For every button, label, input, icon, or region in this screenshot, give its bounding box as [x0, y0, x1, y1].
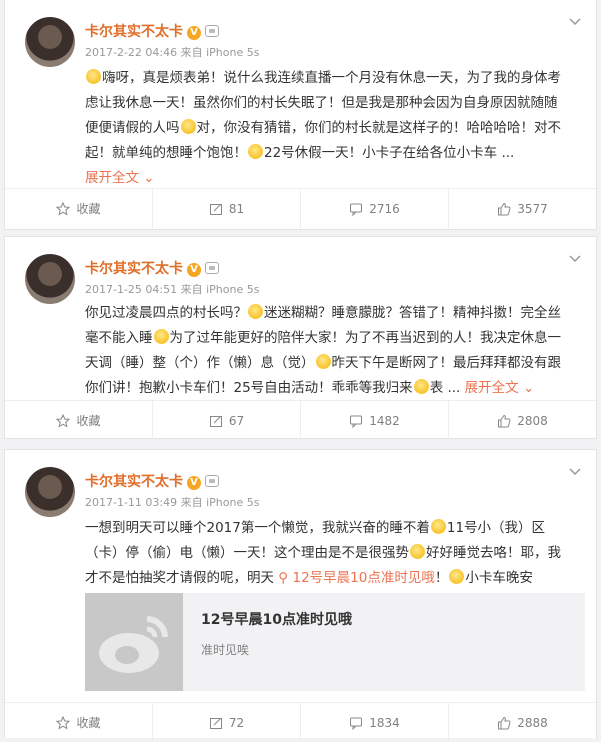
thumbs-up-icon: [498, 716, 511, 729]
emoji-icon: [315, 354, 331, 369]
favorite-button[interactable]: 收藏: [5, 189, 153, 228]
comment-icon: [350, 203, 363, 216]
username[interactable]: 卡尔其实不太卡: [85, 474, 183, 490]
text-line: 你见过凌晨四点的村长吗？ 迷迷糊糊？睡意朦胧？答错了！精神抖擞！完全丝: [85, 304, 561, 321]
repost-icon: [209, 203, 222, 215]
link-card-subtitle: 准时见唉: [201, 643, 250, 657]
post-text: 嗨呀，真是烦表弟！说什么我连续直播一个月没有休息一天，为了我的身体考 虑让我休息…: [85, 66, 585, 191]
chevron-down-icon[interactable]: [568, 251, 582, 265]
post-meta: 2017-1-25 04:51 来自 iPhone 5s: [85, 281, 259, 297]
timestamp[interactable]: 2017-1-25 04:51: [85, 283, 177, 296]
emoji-icon: [86, 69, 101, 84]
emoji-icon: [430, 519, 446, 534]
member-icon: [205, 262, 219, 274]
username-row: 卡尔其实不太卡 V: [85, 21, 219, 41]
post-text: 你见过凌晨四点的村长吗？ 迷迷糊糊？睡意朦胧？答错了！精神抖擞！完全丝 毫不能入睡…: [85, 301, 585, 401]
text-line: 你们讲！抱歉小卡车们！25号自由活动！乖乖等我归来表 ... 展开全文 ⌄: [85, 379, 535, 396]
action-bar: 收藏 72 1834 2888: [5, 702, 596, 742]
post-meta: 2017-1-11 03:49 来自 iPhone 5s: [85, 494, 259, 510]
source[interactable]: 来自 iPhone 5s: [181, 283, 260, 296]
emoji-icon: [449, 569, 465, 584]
inline-link[interactable]: ⚲ 12号早晨10点准时见哦: [278, 570, 435, 586]
star-icon: [56, 413, 71, 428]
text-line: 才不是怕抽奖才请假的呢，明天 ⚲ 12号早晨10点准时见哦！ 小卡车晚安: [85, 569, 533, 586]
member-icon: [205, 25, 219, 37]
comment-button[interactable]: 2716: [301, 189, 449, 228]
text-line: 起！就单纯的想睡个饱饱！ 22号休假一天！小卡子在给各位小卡车 ...: [85, 144, 515, 161]
verified-icon: V: [187, 26, 201, 40]
text-line: 天调（睡）整（个）作（懒）息（觉） 昨天下午是断网了！最后拜拜都没有跟: [85, 354, 561, 371]
comment-icon: [350, 717, 363, 730]
avatar[interactable]: [25, 254, 75, 304]
text-line: 嗨呀，真是烦表弟！说什么我连续直播一个月没有休息一天，为了我的身体考: [85, 66, 585, 91]
emoji-icon: [410, 544, 425, 559]
text-line: （卡）停（偷）电（懒）一天！这个理由是不是很强势 好好睡觉去咯！耶，我: [85, 544, 561, 561]
avatar[interactable]: [25, 467, 75, 517]
verified-icon: V: [187, 476, 201, 490]
repost-icon: [209, 717, 222, 729]
timestamp[interactable]: 2017-2-22 04:46: [85, 46, 177, 59]
like-button[interactable]: 2808: [449, 401, 596, 440]
repost-button[interactable]: 67: [153, 401, 301, 440]
action-bar: 收藏 67 1482 2808: [5, 400, 596, 440]
weibo-post: 卡尔其实不太卡 V 2017-2-22 04:46 来自 iPhone 5s 嗨呀…: [4, 0, 597, 230]
link-card[interactable]: 12号早晨10点准时见哦 准时见唉: [85, 593, 585, 691]
text-line: 一想到明天可以睡个2017第一个懒觉，我就兴奋的睡不着 11号小（我）区: [85, 519, 546, 536]
verified-icon: V: [187, 263, 201, 277]
weibo-post: 卡尔其实不太卡 V 2017-1-11 03:49 来自 iPhone 5s 一想…: [4, 449, 597, 742]
text-line: 便便请假的人吗 对，你没有猜错，你们的村长就是这样子的！哈哈哈哈！对不: [85, 119, 561, 136]
comment-icon: [350, 415, 363, 428]
username[interactable]: 卡尔其实不太卡: [85, 261, 183, 277]
member-icon: [205, 475, 219, 487]
text-line: 虑让我休息一天！虽然你们的村长失眠了！但是我是那种会因为自身原因就随随: [85, 95, 558, 111]
chevron-down-icon: ⌄: [522, 380, 535, 396]
thumbs-up-icon: [498, 414, 511, 427]
username-row: 卡尔其实不太卡 V: [85, 258, 219, 278]
emoji-icon: [153, 329, 169, 344]
username-row: 卡尔其实不太卡 V: [85, 471, 219, 491]
repost-button[interactable]: 72: [153, 703, 301, 742]
emoji-icon: [413, 379, 429, 394]
star-icon: [56, 715, 71, 730]
star-icon: [56, 201, 71, 216]
emoji-icon: [180, 119, 196, 134]
weibo-logo-icon: [85, 593, 183, 691]
link-icon: ⚲: [278, 570, 289, 586]
expand-link[interactable]: 展开全文 ⌄: [465, 380, 535, 396]
emoji-icon: [248, 304, 263, 319]
chevron-down-icon: ⌄: [143, 170, 155, 186]
username[interactable]: 卡尔其实不太卡: [85, 24, 183, 40]
repost-icon: [209, 415, 222, 427]
chevron-down-icon[interactable]: [568, 464, 582, 478]
chevron-down-icon[interactable]: [568, 14, 582, 28]
comment-button[interactable]: 1482: [301, 401, 449, 440]
comment-button[interactable]: 1834: [301, 703, 449, 742]
text-line: 毫不能入睡 为了过年能更好的陪伴大家！为了不再当迟到的人！我决定休息一: [85, 329, 561, 346]
like-button[interactable]: 3577: [449, 189, 596, 228]
avatar[interactable]: [25, 17, 75, 67]
action-bar: 收藏 81 2716 3577: [5, 188, 596, 228]
timestamp[interactable]: 2017-1-11 03:49: [85, 496, 177, 509]
post-meta: 2017-2-22 04:46 来自 iPhone 5s: [85, 44, 259, 60]
favorite-button[interactable]: 收藏: [5, 401, 153, 440]
thumbs-up-icon: [498, 202, 511, 215]
link-card-title: 12号早晨10点准时见哦: [201, 612, 352, 628]
source[interactable]: 来自 iPhone 5s: [181, 496, 260, 509]
emoji-icon: [248, 144, 263, 159]
source[interactable]: 来自 iPhone 5s: [181, 46, 260, 59]
favorite-button[interactable]: 收藏: [5, 703, 153, 742]
like-button[interactable]: 2888: [449, 703, 596, 742]
repost-button[interactable]: 81: [153, 189, 301, 228]
weibo-post: 卡尔其实不太卡 V 2017-1-25 04:51 来自 iPhone 5s 你见…: [4, 236, 597, 440]
post-text: 一想到明天可以睡个2017第一个懒觉，我就兴奋的睡不着 11号小（我）区 （卡）停…: [85, 516, 585, 591]
